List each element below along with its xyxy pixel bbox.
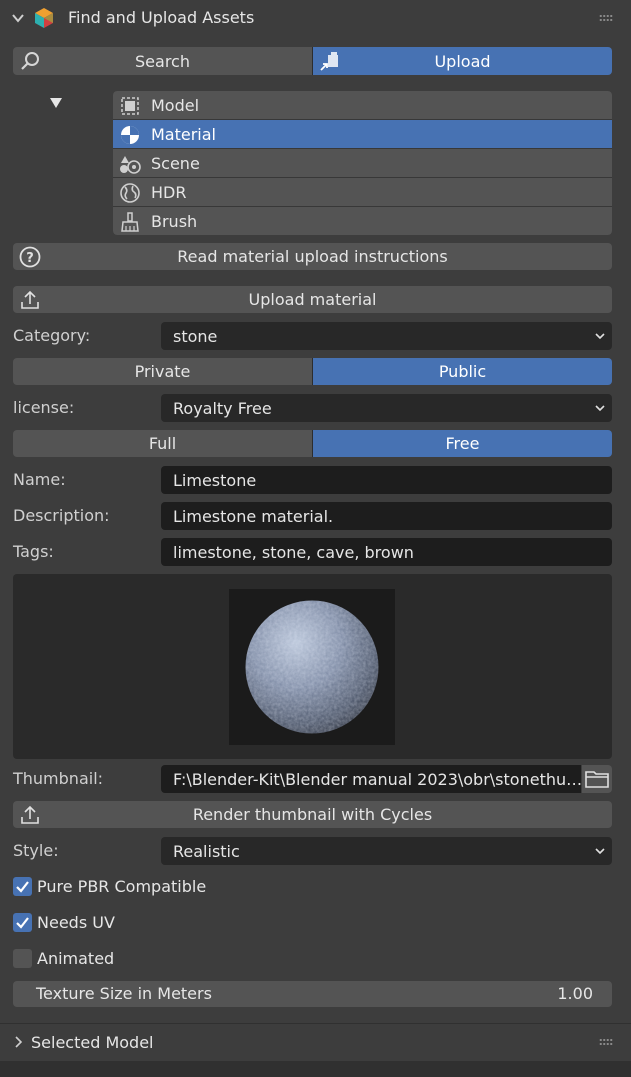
texture-size-value: 1.00 [557, 984, 593, 1003]
category-dropdown[interactable]: stone [161, 322, 612, 350]
tags-field[interactable]: limestone, stone, cave, brown [161, 538, 612, 566]
pure-pbr-label: Pure PBR Compatible [37, 877, 207, 896]
asset-type-brush[interactable]: Brush [113, 207, 612, 235]
expand-triangle-icon[interactable] [50, 98, 62, 108]
chevron-right-icon[interactable] [10, 1034, 26, 1050]
chevron-down-icon [595, 333, 605, 340]
read-instructions-label: Read material upload instructions [177, 247, 448, 266]
material-sphere-icon [121, 126, 139, 144]
asset-type-model[interactable]: Model [113, 91, 612, 120]
upload-arrow-icon [21, 805, 39, 824]
folder-icon [585, 771, 609, 788]
selected-model-title: Selected Model [31, 1033, 154, 1052]
scene-icon [120, 156, 141, 174]
texture-size-label: Texture Size in Meters [36, 984, 212, 1003]
plan-free-label: Free [445, 434, 480, 453]
tab-upload[interactable]: Upload [312, 47, 612, 75]
animated-label: Animated [37, 949, 115, 968]
name-field[interactable]: Limestone [161, 466, 612, 494]
thumbnail-label: Thumbnail: [13, 769, 104, 788]
tab-upload-label: Upload [434, 51, 491, 71]
visibility-public-label: Public [438, 362, 487, 381]
svg-text:?: ? [26, 251, 34, 266]
chevron-down-icon [595, 848, 605, 855]
category-value: stone [173, 326, 218, 346]
asset-type-label: Scene [151, 153, 200, 173]
thumbnail-path-field[interactable]: F:\Blender-Kit\Blender manual 2023\obr\s… [161, 765, 581, 793]
read-instructions-button[interactable]: ? Read material upload instructions [13, 243, 612, 270]
name-label: Name: [13, 470, 66, 489]
render-thumbnail-button[interactable]: Render thumbnail with Cycles [13, 801, 612, 828]
license-value: Royalty Free [173, 398, 272, 418]
license-dropdown[interactable]: Royalty Free [161, 394, 612, 422]
tab-search-label: Search [135, 51, 190, 71]
tab-search[interactable]: Search [13, 47, 312, 75]
question-icon: ? [19, 246, 41, 267]
visibility-private-label: Private [134, 362, 191, 381]
tags-label: Tags: [13, 542, 54, 561]
plan-free[interactable]: Free [312, 430, 612, 457]
limestone-sphere-image [244, 599, 380, 735]
description-label: Description: [13, 506, 110, 525]
tags-value: limestone, stone, cave, brown [173, 542, 414, 562]
plan-full[interactable]: Full [13, 430, 312, 457]
asset-type-list: Model Material Scene HDR Brush [113, 91, 612, 235]
needs-uv-label: Needs UV [37, 913, 115, 932]
style-label: Style: [13, 841, 59, 860]
upload-box-icon [320, 52, 338, 71]
thumbnail-image [229, 589, 395, 745]
license-label: license: [13, 398, 75, 417]
plan-toggle: Full Free [13, 430, 612, 457]
model-icon [121, 97, 139, 115]
description-field[interactable]: Limestone material. [161, 502, 612, 530]
category-label: Category: [13, 326, 91, 345]
asset-type-label: Model [151, 95, 200, 115]
search-icon [21, 52, 39, 70]
thumbnail-path-value: F:\Blender-Kit\Blender manual 2023\obr\s… [173, 769, 581, 789]
name-value: Limestone [173, 470, 257, 490]
visibility-private[interactable]: Private [13, 358, 312, 385]
drag-grip-icon[interactable] [599, 14, 613, 22]
asset-type-hdr[interactable]: HDR [113, 178, 612, 207]
asset-type-label: HDR [151, 182, 187, 202]
texture-size-slider[interactable]: Texture Size in Meters 1.00 [13, 981, 612, 1007]
chevron-down-icon[interactable] [10, 10, 26, 26]
world-globe-icon [120, 183, 140, 203]
chevron-down-icon [595, 405, 605, 412]
blenderkit-cube-icon [35, 8, 53, 28]
upload-material-button[interactable]: Upload material [13, 286, 612, 313]
checkmark-icon [16, 881, 29, 893]
checkmark-icon [16, 917, 29, 929]
needs-uv-checkbox[interactable] [13, 913, 32, 932]
render-thumbnail-label: Render thumbnail with Cycles [192, 805, 433, 824]
asset-type-material[interactable]: Material [113, 120, 612, 149]
mode-tabs: Search Upload [13, 47, 612, 75]
folder-browse-button[interactable] [582, 765, 612, 793]
plan-full-label: Full [148, 434, 177, 453]
pure-pbr-checkbox[interactable] [13, 877, 32, 896]
asset-type-scene[interactable]: Scene [113, 149, 612, 178]
visibility-public[interactable]: Public [312, 358, 612, 385]
upload-material-label: Upload material [248, 290, 377, 309]
panel-header[interactable]: Find and Upload Assets [0, 0, 631, 36]
visibility-toggle: Private Public [13, 358, 612, 385]
style-value: Realistic [173, 841, 240, 861]
upload-arrow-icon [21, 290, 39, 309]
description-value: Limestone material. [173, 506, 334, 526]
panel-title: Find and Upload Assets [68, 8, 255, 27]
animated-checkbox[interactable] [13, 949, 32, 968]
asset-type-label: Material [151, 124, 216, 144]
drag-grip-icon[interactable] [599, 1038, 613, 1046]
asset-type-label: Brush [151, 211, 198, 231]
selected-model-header[interactable]: Selected Model [0, 1024, 631, 1061]
style-dropdown[interactable]: Realistic [161, 837, 612, 865]
brush-icon [121, 212, 139, 232]
